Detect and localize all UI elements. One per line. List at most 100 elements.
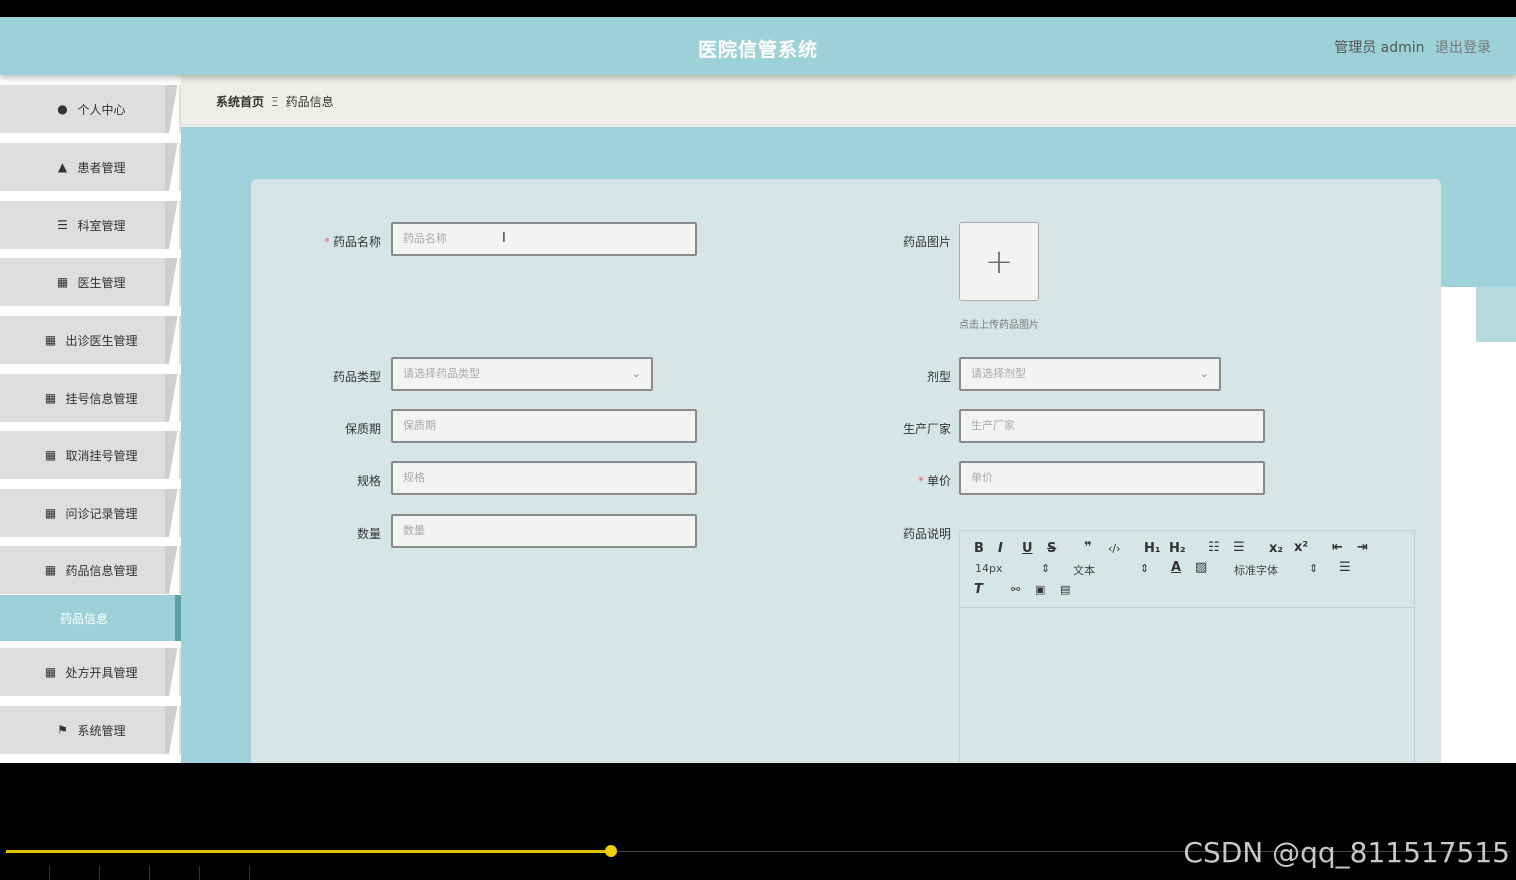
sidebar-item-label: 系统管理: [77, 723, 126, 738]
spec-label: 规格: [356, 474, 381, 488]
ordered-list-icon[interactable]: ☷: [1208, 540, 1220, 555]
bold-icon[interactable]: B: [974, 541, 984, 556]
top-header: 医院信管系统 管理员 admin 退出登录: [0, 17, 1516, 75]
control-slot[interactable]: [200, 866, 250, 880]
drug-type-select[interactable]: 请选择药品类型 ⌄: [391, 357, 653, 391]
code-block-icon[interactable]: ‹/›: [1108, 542, 1121, 555]
indent-icon[interactable]: ⇥: [1357, 540, 1368, 555]
sidebar-item-cancel-registration[interactable]: ▦ 取消挂号管理: [0, 431, 181, 479]
app-title: 医院信管系统: [697, 39, 818, 61]
font-family-select[interactable]: 标准字体: [1234, 562, 1278, 578]
drug-name-input[interactable]: 药品名称: [391, 222, 697, 256]
user-icon: ●: [57, 102, 68, 116]
sidebar-item-doctors[interactable]: ▦ 医生管理: [0, 258, 181, 306]
sidebar-item-patients[interactable]: ▲ 患者管理: [0, 143, 181, 191]
unit-price-label: * 单价: [831, 472, 951, 489]
flag-icon: ⚑: [57, 723, 68, 737]
current-user: 管理员 admin: [1334, 40, 1425, 56]
decoration: [1441, 287, 1516, 763]
sidebar-item-label: 处方开具管理: [65, 665, 138, 680]
breadcrumb: 系统首页 Ξ 药品信息: [216, 93, 334, 110]
italic-icon[interactable]: I: [998, 541, 1003, 556]
image-icon[interactable]: ▣: [1035, 583, 1045, 596]
sidebar-item-prescriptions[interactable]: ▦ 处方开具管理: [0, 648, 181, 696]
sidebar-subitem-drug-info[interactable]: 药品信息: [0, 595, 181, 641]
control-slot[interactable]: [150, 866, 200, 880]
breadcrumb-bar: 系统首页 Ξ 药品信息: [181, 75, 1516, 125]
chevron-down-icon: ⌄: [1199, 367, 1209, 380]
select-arrows-icon: ⇕: [1309, 562, 1319, 575]
dosage-form-label: 剂型: [926, 370, 951, 384]
blockquote-icon[interactable]: ❞: [1084, 540, 1092, 555]
required-mark: *: [323, 235, 330, 249]
grid-icon: ▦: [44, 391, 57, 405]
image-upload-button[interactable]: +: [959, 222, 1039, 301]
sidebar-item-label: 科室管理: [77, 218, 126, 233]
sidebar-item-label: 挂号信息管理: [65, 391, 138, 406]
manufacturer-input[interactable]: 生产厂家: [959, 409, 1265, 443]
progress-played: [6, 850, 610, 853]
drug-form-card: * 药品名称 药品名称 I 药品图片 + 点击上传药品图片 药品类型 请选择药品类…: [251, 179, 1441, 763]
bullet-list-icon[interactable]: ☰: [1233, 540, 1245, 555]
watermark: CSDN @qq_811517515: [1183, 836, 1510, 869]
grid-icon: ▦: [44, 506, 57, 520]
sidebar-item-drug-management[interactable]: ▦ 药品信息管理: [0, 546, 181, 594]
spec-input[interactable]: 规格: [391, 461, 697, 495]
unit-price-input[interactable]: 单价: [959, 461, 1265, 495]
sidebar-item-visiting-doctors[interactable]: ▦ 出诊医生管理: [0, 316, 181, 364]
sidebar-item-system[interactable]: ⚑ 系统管理: [0, 706, 181, 754]
strike-icon[interactable]: S: [1047, 541, 1056, 556]
outdent-icon[interactable]: ⇤: [1332, 540, 1343, 555]
subscript-icon[interactable]: x₂: [1269, 541, 1283, 556]
superscript-icon[interactable]: x²: [1294, 540, 1308, 555]
select-arrows-icon: ⇕: [1140, 562, 1150, 575]
sidebar-item-profile[interactable]: ● 个人中心: [0, 85, 181, 133]
grid-icon: ▦: [44, 333, 57, 347]
heading2-icon[interactable]: H₂: [1169, 541, 1186, 556]
select-arrows-icon: ⇕: [1041, 562, 1051, 575]
control-slot[interactable]: [0, 866, 50, 880]
sidebar-item-label: 个人中心: [77, 102, 126, 117]
rich-text-editor: B I U S ❞ ‹/› H₁ H₂ ☷ ☰ x₂ x² ⇤ ⇥ 14px ⇕: [959, 530, 1415, 763]
quantity-label: 数量: [356, 527, 381, 541]
editor-toolbar: B I U S ❞ ‹/› H₁ H₂ ☷ ☰ x₂ x² ⇤ ⇥ 14px ⇕: [960, 531, 1414, 608]
quantity-input[interactable]: 数量: [391, 514, 697, 548]
progress-handle[interactable]: [605, 845, 617, 857]
select-placeholder: 请选择剂型: [971, 367, 1026, 380]
list-icon: ☰: [57, 218, 68, 232]
sidebar-item-label: 问诊记录管理: [65, 506, 138, 521]
shelf-life-input[interactable]: 保质期: [391, 409, 697, 443]
sidebar-item-consultation-records[interactable]: ▦ 问诊记录管理: [0, 489, 181, 537]
control-slot[interactable]: [50, 866, 100, 880]
user-icon: ▲: [57, 160, 68, 174]
breadcrumb-separator: Ξ: [271, 95, 279, 109]
user-area: 管理员 admin 退出登录: [1334, 37, 1491, 57]
select-placeholder: 请选择药品类型: [403, 367, 480, 380]
background-color-icon[interactable]: ▨: [1195, 560, 1207, 575]
breadcrumb-home[interactable]: 系统首页: [216, 95, 264, 109]
label-text: 单价: [926, 474, 951, 488]
heading1-icon[interactable]: H₁: [1144, 541, 1161, 556]
shelf-life-label: 保质期: [344, 422, 381, 436]
chevron-down-icon: ⌄: [631, 367, 641, 380]
font-size-select[interactable]: 14px: [975, 562, 1003, 575]
link-icon[interactable]: ⚯: [1011, 583, 1020, 596]
logout-link[interactable]: 退出登录: [1435, 40, 1491, 56]
align-icon[interactable]: ☰: [1339, 560, 1351, 575]
dosage-form-select[interactable]: 请选择剂型 ⌄: [959, 357, 1221, 391]
sidebar-item-registration[interactable]: ▦ 挂号信息管理: [0, 374, 181, 422]
control-slot[interactable]: [100, 866, 150, 880]
plus-icon: +: [984, 241, 1014, 282]
label-text: 药品名称: [332, 235, 381, 249]
bottom-controls: [0, 866, 1516, 880]
grid-icon: ▦: [44, 563, 57, 577]
video-icon[interactable]: ▤: [1060, 583, 1070, 596]
sidebar-item-departments[interactable]: ☰ 科室管理: [0, 201, 181, 249]
underline-icon[interactable]: U: [1022, 541, 1033, 556]
sidebar-item-label: 医生管理: [77, 275, 126, 290]
description-label: 药品说明: [902, 527, 951, 541]
manufacturer-label: 生产厂家: [902, 422, 951, 436]
clear-format-icon[interactable]: T: [974, 582, 983, 597]
font-color-icon[interactable]: A: [1171, 560, 1181, 575]
text-style-select[interactable]: 文本: [1073, 562, 1095, 578]
